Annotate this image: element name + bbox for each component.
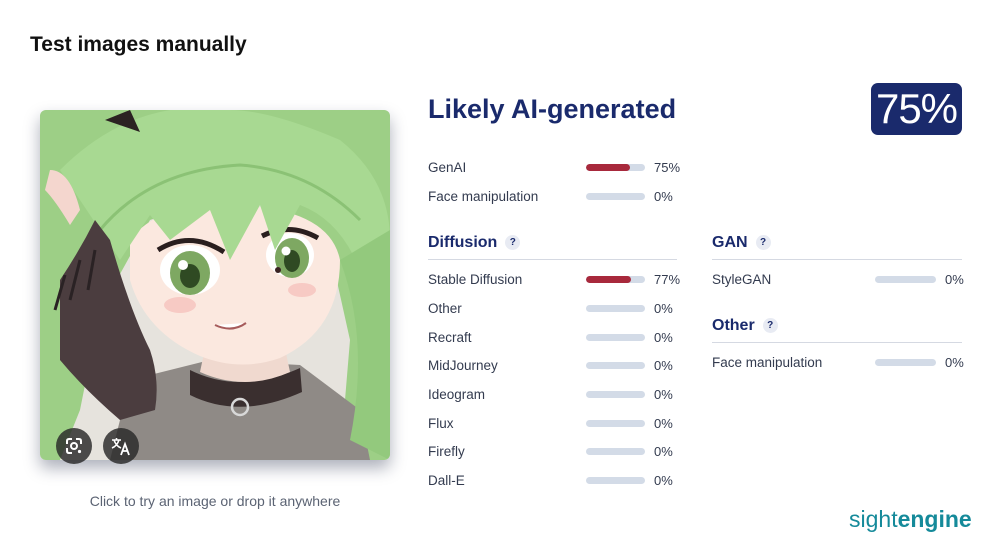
diffusion-row: Firefly 0% [428, 442, 688, 462]
gan-heading: GAN? [712, 234, 771, 252]
diffusion-row: Other 0% [428, 299, 688, 319]
row-percent: 0% [654, 330, 673, 345]
row-bar [586, 276, 645, 283]
brand-part-2: engine [897, 506, 972, 532]
other-help-icon[interactable]: ? [762, 318, 778, 333]
row-label: Dall-E [428, 473, 465, 488]
row-bar-fill [586, 276, 632, 283]
row-percent: 75% [654, 160, 681, 175]
row-bar [875, 359, 936, 366]
other-title: Other [712, 317, 755, 334]
translate-button[interactable] [103, 428, 139, 464]
other-row: Face manipulation 0% [712, 353, 964, 373]
gan-divider [712, 259, 962, 260]
row-bar [586, 448, 645, 455]
diffusion-row: Dall-E 0% [428, 471, 688, 491]
diffusion-row: Ideogram 0% [428, 385, 688, 405]
diffusion-title: Diffusion [428, 234, 498, 251]
row-bar [586, 193, 645, 200]
row-label: Face manipulation [428, 189, 539, 204]
gan-title: GAN [712, 234, 748, 251]
row-label: Stable Diffusion [428, 272, 523, 287]
summary-row-face-manipulation: Face manipulation 0% [428, 187, 688, 207]
row-bar [586, 362, 645, 369]
gan-row: StyleGAN 0% [712, 270, 964, 290]
row-percent: 0% [945, 355, 964, 370]
other-heading: Other? [712, 317, 778, 335]
row-percent: 0% [654, 387, 673, 402]
score-badge: 75% [871, 83, 962, 135]
row-percent: 0% [654, 189, 673, 204]
verdict-title: Likely AI-generated [428, 94, 677, 124]
diffusion-divider [428, 259, 677, 260]
other-divider [712, 342, 962, 343]
sightengine-logo[interactable]: sightengine [849, 506, 972, 533]
image-preview-dropzone[interactable] [40, 110, 390, 460]
row-label: Face manipulation [712, 355, 823, 370]
row-bar [875, 276, 936, 283]
row-label: Recraft [428, 330, 472, 345]
row-percent: 0% [654, 473, 673, 488]
row-percent: 0% [654, 444, 673, 459]
brand-part-1: sight [849, 506, 898, 532]
row-label: GenAI [428, 160, 467, 175]
diffusion-row: Stable Diffusion 77% [428, 270, 688, 290]
page-title: Test images manually [30, 33, 247, 56]
row-label: StyleGAN [712, 272, 772, 287]
row-bar [586, 391, 645, 398]
row-percent: 77% [654, 272, 681, 287]
row-label: Firefly [428, 444, 465, 459]
row-percent: 0% [654, 416, 673, 431]
diffusion-heading: Diffusion? [428, 234, 521, 252]
row-label: Flux [428, 416, 454, 431]
diffusion-row: Flux 0% [428, 414, 688, 434]
row-percent: 0% [654, 358, 673, 373]
google-lens-button[interactable] [56, 428, 92, 464]
row-label: Other [428, 301, 462, 316]
row-bar [586, 305, 645, 312]
diffusion-row: Recraft 0% [428, 328, 688, 348]
row-bar [586, 164, 645, 171]
row-bar-fill [586, 164, 631, 171]
translate-icon [111, 438, 130, 456]
row-bar [586, 334, 645, 341]
summary-row-genai: GenAI 75% [428, 158, 688, 178]
row-bar [586, 420, 645, 427]
row-label: MidJourney [428, 358, 498, 373]
upload-hint: Click to try an image or drop it anywher… [89, 493, 341, 509]
gan-help-icon[interactable]: ? [755, 235, 771, 250]
diffusion-row: MidJourney 0% [428, 356, 688, 376]
row-percent: 0% [654, 301, 673, 316]
google-lens-icon [66, 438, 82, 454]
row-bar [586, 477, 645, 484]
diffusion-help-icon[interactable]: ? [505, 235, 521, 250]
row-label: Ideogram [428, 387, 486, 402]
row-percent: 0% [945, 272, 964, 287]
uploaded-anime-image [40, 110, 390, 460]
